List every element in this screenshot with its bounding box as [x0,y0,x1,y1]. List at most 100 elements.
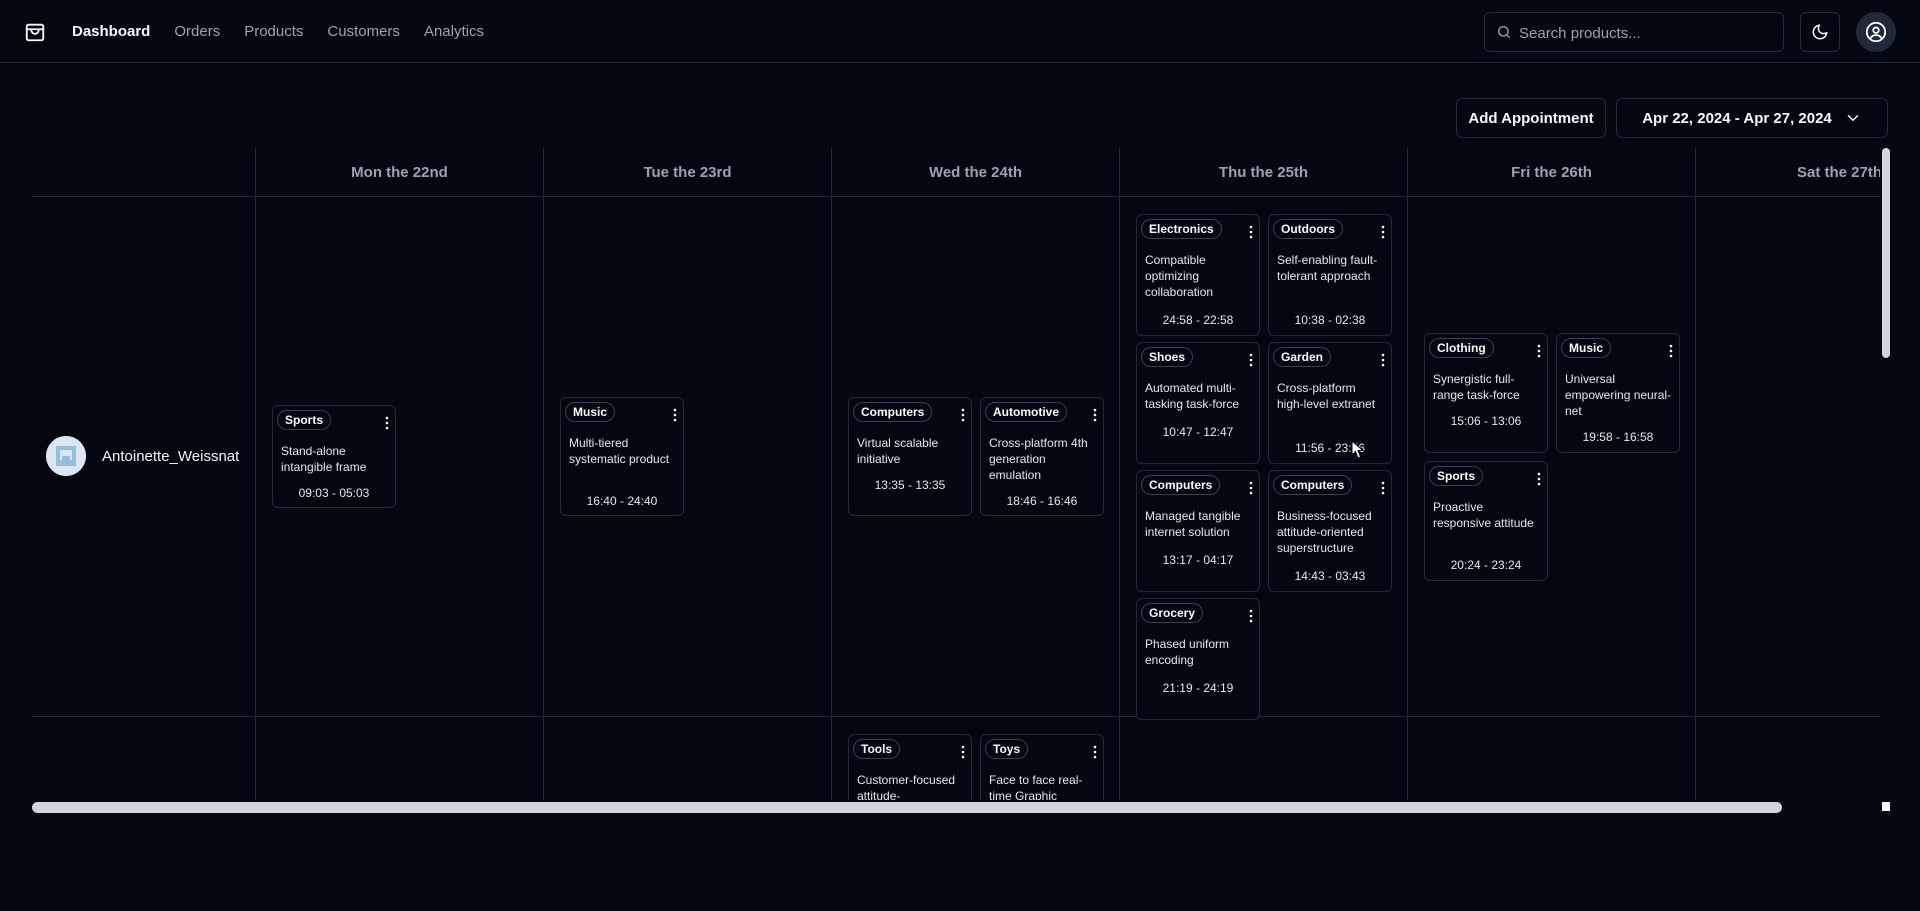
appointment-title: Proactive responsive attitude [1433,500,1534,530]
resource-name: Antoinette_Weissnat [102,447,240,465]
appointment-card[interactable]: Shoes Automated multi-tasking task-force… [1136,342,1260,464]
appointment-time: 13:17 - 04:17 [1162,553,1234,567]
vertical-scrollbar[interactable] [1882,148,1890,358]
appointment-card[interactable]: Music Universal empowering neural-net 19… [1556,333,1680,453]
main-nav: Dashboard Orders Products Customers Anal… [72,0,484,63]
appointment-time: 21:19 - 24:19 [1162,681,1234,695]
more-vertical-icon[interactable] [961,745,965,759]
category-badge: Outdoors [1273,219,1343,239]
more-vertical-icon[interactable] [1249,481,1253,495]
appointment-title: Customer-focused attitude- [857,773,956,800]
more-vertical-icon[interactable] [1093,745,1097,759]
day-header: Tue the 23rd [643,163,732,181]
nav-link-customers[interactable]: Customers [327,23,400,40]
more-vertical-icon[interactable] [1249,609,1253,623]
more-vertical-icon[interactable] [1249,353,1253,367]
more-vertical-icon[interactable] [385,416,389,430]
appointment-card[interactable]: Music Multi-tiered systematic product 16… [560,397,684,516]
day-header: Thu the 25th [1218,163,1309,181]
appointment-title: Automated multi-tasking task-force [1145,381,1240,411]
appointment-card[interactable]: Computers Virtual scalable initiative 13… [848,397,972,516]
more-vertical-icon[interactable] [1537,344,1541,358]
day-header: Mon the 22nd [351,163,448,181]
appointment-time: 14:43 - 03:43 [1294,569,1366,583]
category-badge: Electronics [1141,219,1222,239]
appointment-title: Stand-alone intangible frame [281,444,367,474]
nav-link-dashboard[interactable]: Dashboard [72,23,150,40]
more-vertical-icon[interactable] [1381,481,1385,495]
appointment-time: 13:35 - 13:35 [874,478,946,492]
appointment-card[interactable]: Toys Face to face real-time Graphic [980,734,1104,800]
category-badge: Tools [853,739,901,759]
appointment-card[interactable]: Sports Stand-alone intangible frame 09:0… [272,405,396,508]
chevron-down-icon [1847,115,1859,121]
appointment-time: 10:47 - 12:47 [1162,425,1234,439]
appointment-card[interactable]: Grocery Phased uniform encoding 21:19 - … [1136,598,1260,720]
appointment-time: 09:03 - 05:03 [298,486,370,500]
more-vertical-icon[interactable] [1537,472,1541,486]
appointment-time: 10:38 - 02:38 [1294,313,1366,327]
category-badge: Clothing [1429,338,1494,358]
appointment-time: 11:56 - 23:56 [1295,441,1365,455]
appointment-title: Managed tangible internet solution [1145,509,1241,539]
appointment-card[interactable]: Computers Business-focused attitude-orie… [1268,470,1392,592]
horizontal-scrollbar[interactable] [32,802,1782,813]
user-menu-button[interactable] [1856,12,1896,52]
nav-link-analytics[interactable]: Analytics [424,23,484,40]
top-navbar: Dashboard Orders Products Customers Anal… [0,0,1920,63]
category-badge: Music [565,402,616,422]
category-badge: Garden [1273,347,1332,367]
search-icon [1498,26,1510,38]
category-badge: Toys [985,739,1029,759]
more-vertical-icon[interactable] [1093,408,1097,422]
appointment-card[interactable]: Tools Customer-focused attitude- [848,734,972,800]
appointment-title: Virtual scalable initiative [857,436,939,466]
category-badge: Sports [1429,466,1484,486]
more-vertical-icon[interactable] [673,408,677,422]
theme-toggle-button[interactable] [1800,12,1840,52]
grid-line [831,148,832,800]
shopping-bag-icon[interactable] [24,21,46,43]
appointment-card[interactable]: Garden Cross-platform high-level extrane… [1268,342,1392,464]
appointment-card[interactable]: Automotive Cross-platform 4th generation… [980,397,1104,516]
more-vertical-icon[interactable] [1249,225,1253,239]
appointment-time: 16:40 - 24:40 [586,494,658,508]
more-vertical-icon[interactable] [1669,344,1673,358]
appointment-card[interactable]: Outdoors Self-enabling fault-tolerant ap… [1268,214,1392,336]
schedule-calendar: Mon the 22nd Tue the 23rd Wed the 24th T… [32,148,1880,800]
more-vertical-icon[interactable] [1381,225,1385,239]
date-range-picker[interactable]: Apr 22, 2024 - Apr 27, 2024 [1616,98,1888,138]
appointment-title: Compatible optimizing collaboration [1145,253,1214,299]
nav-link-products[interactable]: Products [244,23,303,40]
appointment-card[interactable]: Electronics Compatible optimizing collab… [1136,214,1260,336]
grid-line [1407,148,1408,800]
appointment-title: Synergistic full-range task-force [1433,372,1520,402]
category-badge: Music [1561,338,1612,358]
appointment-time: 20:24 - 23:24 [1450,558,1522,572]
mouse-cursor-icon [1351,440,1365,459]
search-input[interactable] [1517,13,1783,53]
appointment-title: Face to face real-time Graphic [989,773,1083,800]
grid-line [255,148,256,800]
nav-link-orders[interactable]: Orders [174,23,220,40]
appointment-card[interactable]: Computers Managed tangible internet solu… [1136,470,1260,592]
more-vertical-icon[interactable] [961,408,965,422]
appointment-title: Universal empowering neural-net [1565,372,1672,418]
more-vertical-icon[interactable] [1381,353,1385,367]
day-header: Fri the 26th [1511,163,1592,181]
identicon-icon [46,436,86,476]
user-circle-icon [1865,21,1887,43]
avatar [46,436,86,476]
grid-line [543,148,544,800]
grid-line [32,716,1880,717]
appointment-title: Multi-tiered systematic product [569,436,670,466]
category-badge: Computers [1141,475,1221,495]
date-range-label: Apr 22, 2024 - Apr 27, 2024 [1642,109,1832,127]
category-badge: Automotive [985,402,1067,422]
appointment-card[interactable]: Clothing Synergistic full-range task-for… [1424,333,1548,453]
category-badge: Grocery [1141,603,1204,623]
appointment-card[interactable]: Sports Proactive responsive attitude 20:… [1424,461,1548,581]
appointment-time: 15:06 - 13:06 [1450,414,1522,428]
add-appointment-button[interactable]: Add Appointment [1456,98,1606,138]
appointment-title: Phased uniform encoding [1145,637,1230,667]
